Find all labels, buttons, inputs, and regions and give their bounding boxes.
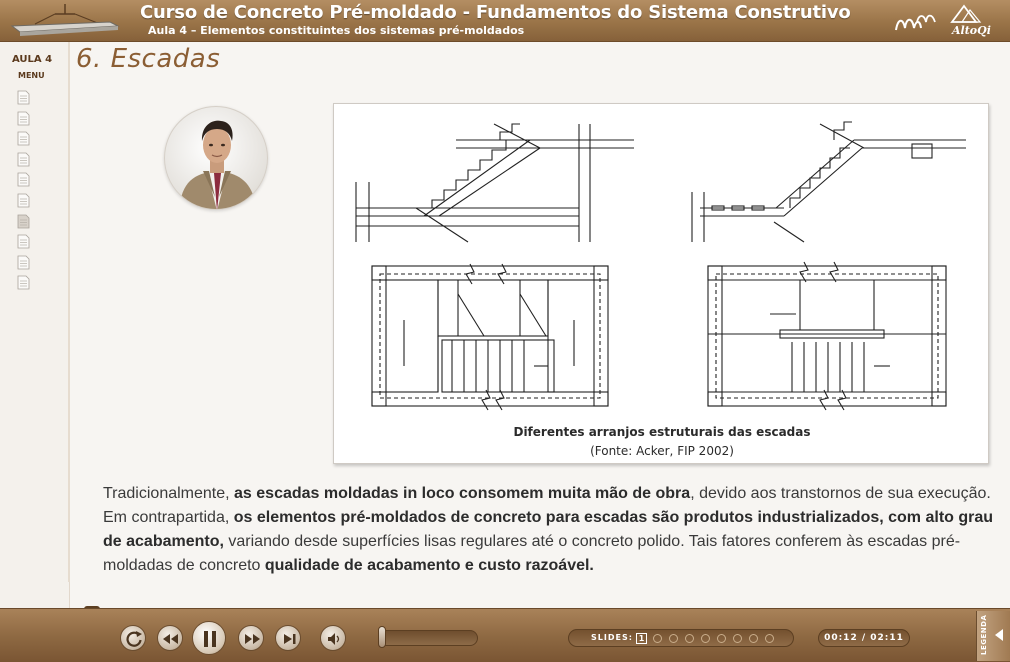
volume-slider-handle[interactable] [378,626,386,648]
slide-dot[interactable] [765,634,774,643]
course-title: Curso de Concreto Pré-moldado - Fundamen… [140,2,851,23]
slides-navigator: SLIDES: 1 [568,629,794,647]
sidebar-divider [68,42,70,582]
slide-dot[interactable] [701,634,710,643]
lesson-sidebar: AULA 4 MENU [0,42,70,608]
speaker-icon [328,633,340,645]
volume-button[interactable] [320,625,346,651]
paragraph-bold-text: as escadas moldadas in loco consomem mui… [234,485,691,502]
legend-toggle[interactable]: LEGENDA [976,611,1010,661]
page-icon[interactable] [17,172,30,187]
stairs-structural-drawing [355,121,966,411]
header-bar: Curso de Concreto Pré-moldado - Fundamen… [0,0,1010,42]
mm-logo-icon [895,14,936,31]
rewind-icon [163,634,178,644]
volume-slider-track[interactable] [378,630,478,646]
page-icon[interactable] [17,152,30,167]
figure-caption-source: (Fonte: Acker, FIP 2002) [590,444,734,458]
lesson-subtitle: Aula 4 – Elementos constituintes dos sis… [148,24,525,37]
replay-icon [126,631,142,647]
pause-button[interactable] [192,621,226,655]
replay-button[interactable] [120,625,146,651]
page-icon[interactable] [17,90,30,105]
altoqi-logo-text: AltoQi [952,24,991,37]
arrow-left-icon [995,629,1003,641]
slide-dot[interactable] [685,634,694,643]
fast-forward-button[interactable] [238,625,264,651]
aula-label: AULA 4 [12,54,53,65]
stairs-figure: Diferentes arranjos estruturais das esca… [333,103,989,464]
legend-label: LEGENDA [980,614,988,655]
altoqi-logo: AltoQi [948,4,996,38]
slide-current-indicator[interactable]: 1 [636,633,647,644]
lesson-paragraph: Tradicionalmente, as escadas moldadas in… [103,482,998,578]
presenter-portrait [179,120,257,209]
paragraph-text: Tradicionalmente, [103,485,235,502]
page-icon[interactable] [17,255,30,270]
skip-next-icon [284,634,296,644]
slides-label: SLIDES: [591,633,633,642]
paragraph-bold-text: qualidade de acabamento e custo razoável… [264,557,594,574]
player-controls: SLIDES: 1 00:12 / 02:11 LEGENDA [0,608,1010,662]
slide-dot[interactable] [733,634,742,643]
slide-dot[interactable] [653,634,662,643]
slide-dot[interactable] [749,634,758,643]
section-title: 6. Escadas [76,44,221,74]
menu-button[interactable]: MENU [18,71,45,80]
page-icon[interactable] [17,214,30,229]
page-icon[interactable] [17,131,30,146]
page-icon[interactable] [17,193,30,208]
next-slide-button[interactable] [275,625,301,651]
altoqi-mark-icon [950,4,982,23]
figure-caption-title: Diferentes arranjos estruturais das esca… [513,425,811,439]
page-icon[interactable] [17,111,30,126]
rewind-button[interactable] [157,625,183,651]
presenter-avatar [164,106,268,210]
page-icon[interactable] [17,234,30,249]
slide-dot[interactable] [717,634,726,643]
precast-beam-logo [10,4,120,36]
time-display: 00:12 / 02:11 [818,629,910,647]
page-icon[interactable] [17,275,30,290]
fast-forward-icon [245,634,260,644]
slide-dot[interactable] [669,634,678,643]
pause-icon [204,631,216,647]
